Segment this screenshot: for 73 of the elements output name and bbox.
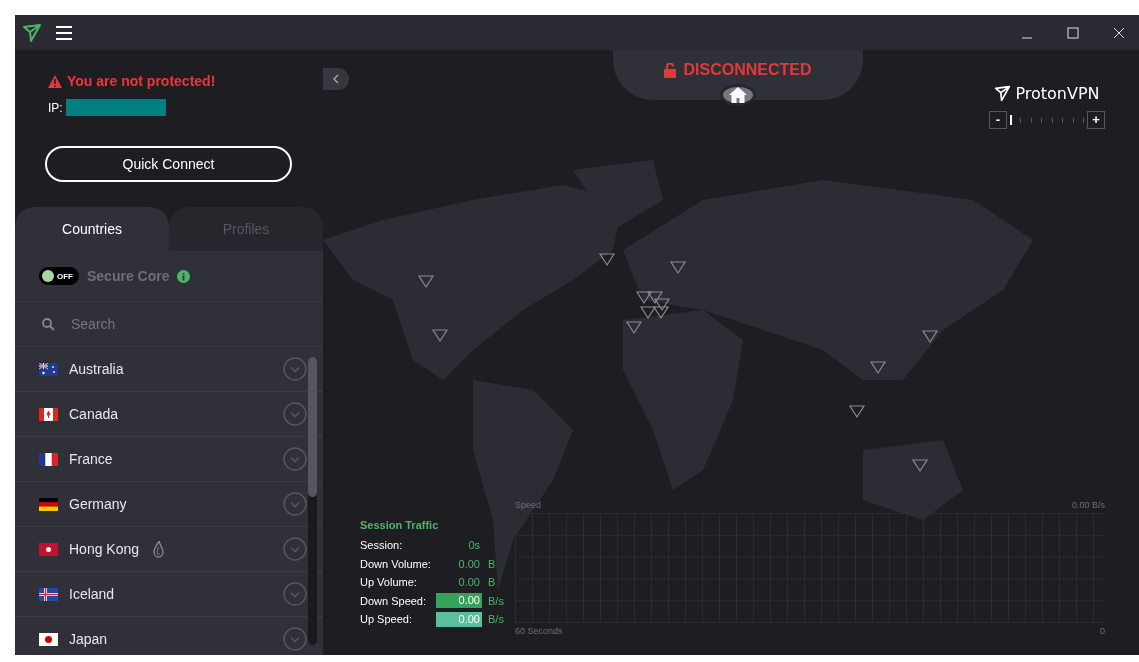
session-traffic-title: Session Traffic xyxy=(360,519,440,531)
traffic-unit: B xyxy=(488,557,496,570)
server-marker-icon[interactable] xyxy=(921,330,939,344)
zoom-slider[interactable] xyxy=(1010,113,1084,127)
traffic-label: Session: xyxy=(360,539,404,552)
server-marker-icon[interactable] xyxy=(652,306,670,320)
server-marker-icon[interactable] xyxy=(669,261,687,275)
traffic-value: 0.00 xyxy=(436,593,482,609)
zoom-out-button[interactable]: - xyxy=(989,111,1007,129)
server-marker-icon[interactable] xyxy=(639,306,657,320)
secure-core-label: Secure Core xyxy=(87,268,170,284)
warning-icon xyxy=(48,74,62,88)
tab[interactable]: Countries xyxy=(15,207,169,251)
flag-icon xyxy=(39,542,58,556)
menu-icon[interactable] xyxy=(56,25,72,40)
traffic-value: 0s xyxy=(467,539,481,552)
traffic-label: Up Volume: xyxy=(360,576,418,589)
country-name: Japan xyxy=(69,631,108,647)
country-name: Australia xyxy=(69,361,124,377)
server-marker-icon[interactable] xyxy=(869,361,887,375)
chart-x-end-label: 0 xyxy=(1100,626,1105,636)
chart-x-start-label: 60 Seconds xyxy=(515,626,563,636)
traffic-unit: B/s xyxy=(488,594,504,607)
flag-icon xyxy=(39,587,58,601)
server-marker-icon[interactable] xyxy=(635,291,653,305)
home-icon xyxy=(729,87,747,103)
country-name: France xyxy=(69,451,113,467)
server-marker-icon[interactable] xyxy=(911,459,929,473)
logo-icon xyxy=(22,22,42,43)
traffic-label: Down Volume: xyxy=(360,557,432,570)
connection-status: DISCONNECTED xyxy=(683,61,812,79)
country-name: Iceland xyxy=(69,586,115,602)
chevron-left-icon xyxy=(333,74,339,84)
warning-text: You are not protected! xyxy=(67,73,216,89)
traffic-value: 0.00 xyxy=(436,611,482,627)
country-name: Canada xyxy=(69,406,119,422)
traffic-label: Up Speed: xyxy=(360,613,413,626)
country-name: Germany xyxy=(69,496,127,512)
scrollbar[interactable] xyxy=(308,357,317,645)
flag-icon xyxy=(39,407,58,421)
secure-core-toggle[interactable]: OFF xyxy=(39,267,79,285)
server-marker-icon[interactable] xyxy=(625,321,643,335)
chart-title: Speed xyxy=(515,500,542,510)
search-field[interactable]: Search xyxy=(69,315,273,333)
traffic-label: Down Speed: xyxy=(360,594,428,607)
server-marker-icon[interactable] xyxy=(848,405,866,419)
flag-icon xyxy=(39,452,58,466)
close-icon[interactable] xyxy=(1113,26,1125,39)
chart-max-label: 0.00 B/s xyxy=(1071,500,1105,510)
quick-connect-button[interactable]: Quick Connect xyxy=(45,146,292,182)
zoom-in-button[interactable]: + xyxy=(1087,111,1105,129)
server-marker-icon[interactable] xyxy=(598,253,616,267)
flag-icon xyxy=(39,362,58,376)
home-button[interactable] xyxy=(720,84,756,106)
flag-icon xyxy=(39,497,58,511)
search-icon xyxy=(42,317,55,331)
maximize-icon[interactable] xyxy=(1067,26,1079,39)
traffic-unit: B/s xyxy=(488,613,504,626)
server-marker-icon[interactable] xyxy=(646,291,664,305)
flag-icon xyxy=(39,632,58,646)
ip-label: IP: xyxy=(48,100,63,115)
info-icon[interactable] xyxy=(177,269,191,283)
traffic-value: 0.00 xyxy=(457,557,481,570)
brand-name: ProtonVPN xyxy=(1015,84,1100,103)
country-name: Hong Kong xyxy=(69,541,140,557)
unlocked-padlock-icon xyxy=(664,62,677,78)
server-marker-icon[interactable] xyxy=(431,329,449,343)
collapse-button[interactable] xyxy=(323,68,349,90)
traffic-value: 0.00 xyxy=(457,576,481,589)
server-marker-icon[interactable] xyxy=(417,275,435,289)
traffic-unit: B xyxy=(488,576,496,589)
logo-icon xyxy=(994,85,1012,102)
server-marker-icon[interactable] xyxy=(653,298,671,312)
